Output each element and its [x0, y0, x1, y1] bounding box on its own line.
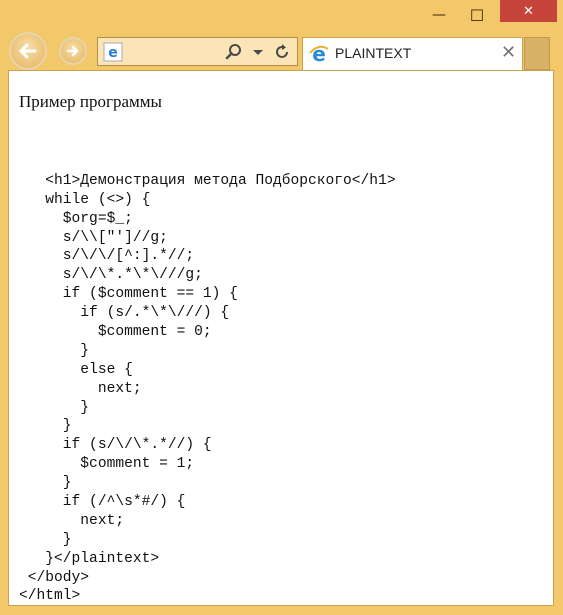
maximize-icon: ☐: [469, 5, 485, 25]
search-icon[interactable]: [224, 42, 244, 62]
back-arrow-icon: [19, 43, 37, 59]
svg-text:e: e: [108, 45, 118, 61]
address-bar[interactable]: e: [97, 37, 298, 66]
code-line: }: [19, 418, 72, 435]
back-button[interactable]: [9, 32, 47, 70]
forward-button[interactable]: [59, 37, 87, 65]
close-icon: ✕: [523, 3, 534, 19]
code-line: if (/^\s*#/) {: [19, 494, 186, 511]
dropdown-icon[interactable]: [250, 42, 266, 62]
code-line: $comment = 0;: [19, 324, 212, 341]
refresh-icon[interactable]: [272, 42, 292, 62]
code-line: if (s/.*\*\///) {: [19, 305, 230, 322]
code-line: </body>: [19, 569, 90, 586]
forward-arrow-icon: [66, 45, 79, 57]
code-line: }: [19, 531, 72, 548]
tab-title: PLAINTEXT: [335, 45, 412, 61]
code-line: }: [19, 342, 90, 359]
code-line: }</plaintext>: [19, 550, 160, 567]
code-line: s/\\["']//g;: [19, 229, 168, 246]
code-line: <h1>Демонстрация метода Подборского</h1>: [19, 172, 396, 189]
new-tab-button[interactable]: [524, 37, 550, 70]
code-line: $comment = 1;: [19, 456, 195, 473]
code-line: $org=$_;: [19, 210, 133, 227]
code-line: if ($comment == 1) {: [19, 286, 238, 303]
code-line: s/\/\*.*\*\///g;: [19, 267, 203, 284]
close-tab-icon[interactable]: ✕: [501, 42, 516, 63]
code-line: if (s/\/\*.*//) {: [19, 437, 212, 454]
close-window-button[interactable]: ✕: [500, 0, 557, 22]
minimize-icon: —: [432, 7, 446, 23]
minimize-button[interactable]: —: [424, 0, 454, 30]
code-line: }: [19, 475, 72, 492]
code-line: }: [19, 399, 90, 416]
ie-logo-icon: e: [103, 42, 123, 62]
maximize-button[interactable]: ☐: [462, 0, 492, 30]
code-line: while (<>) {: [19, 191, 151, 208]
code-line: </html>: [19, 588, 81, 605]
code-block: <h1>Демонстрация метода Подборского</h1>…: [19, 153, 396, 606]
page-heading: Пример программы: [19, 92, 162, 111]
code-line: next;: [19, 512, 125, 529]
tab-plaintext[interactable]: e PLAINTEXT ✕: [302, 37, 523, 70]
ie-logo-icon: e: [309, 43, 329, 65]
code-line: next;: [19, 380, 142, 397]
code-line: else {: [19, 361, 133, 378]
code-line: s/\/\/[^:].*//;: [19, 248, 195, 265]
page-content: Пример программы <h1>Демонстрация метода…: [8, 70, 554, 606]
browser-window: — ☐ ✕ e e PLAINTEXT ✕ Пример программы <…: [0, 0, 563, 615]
